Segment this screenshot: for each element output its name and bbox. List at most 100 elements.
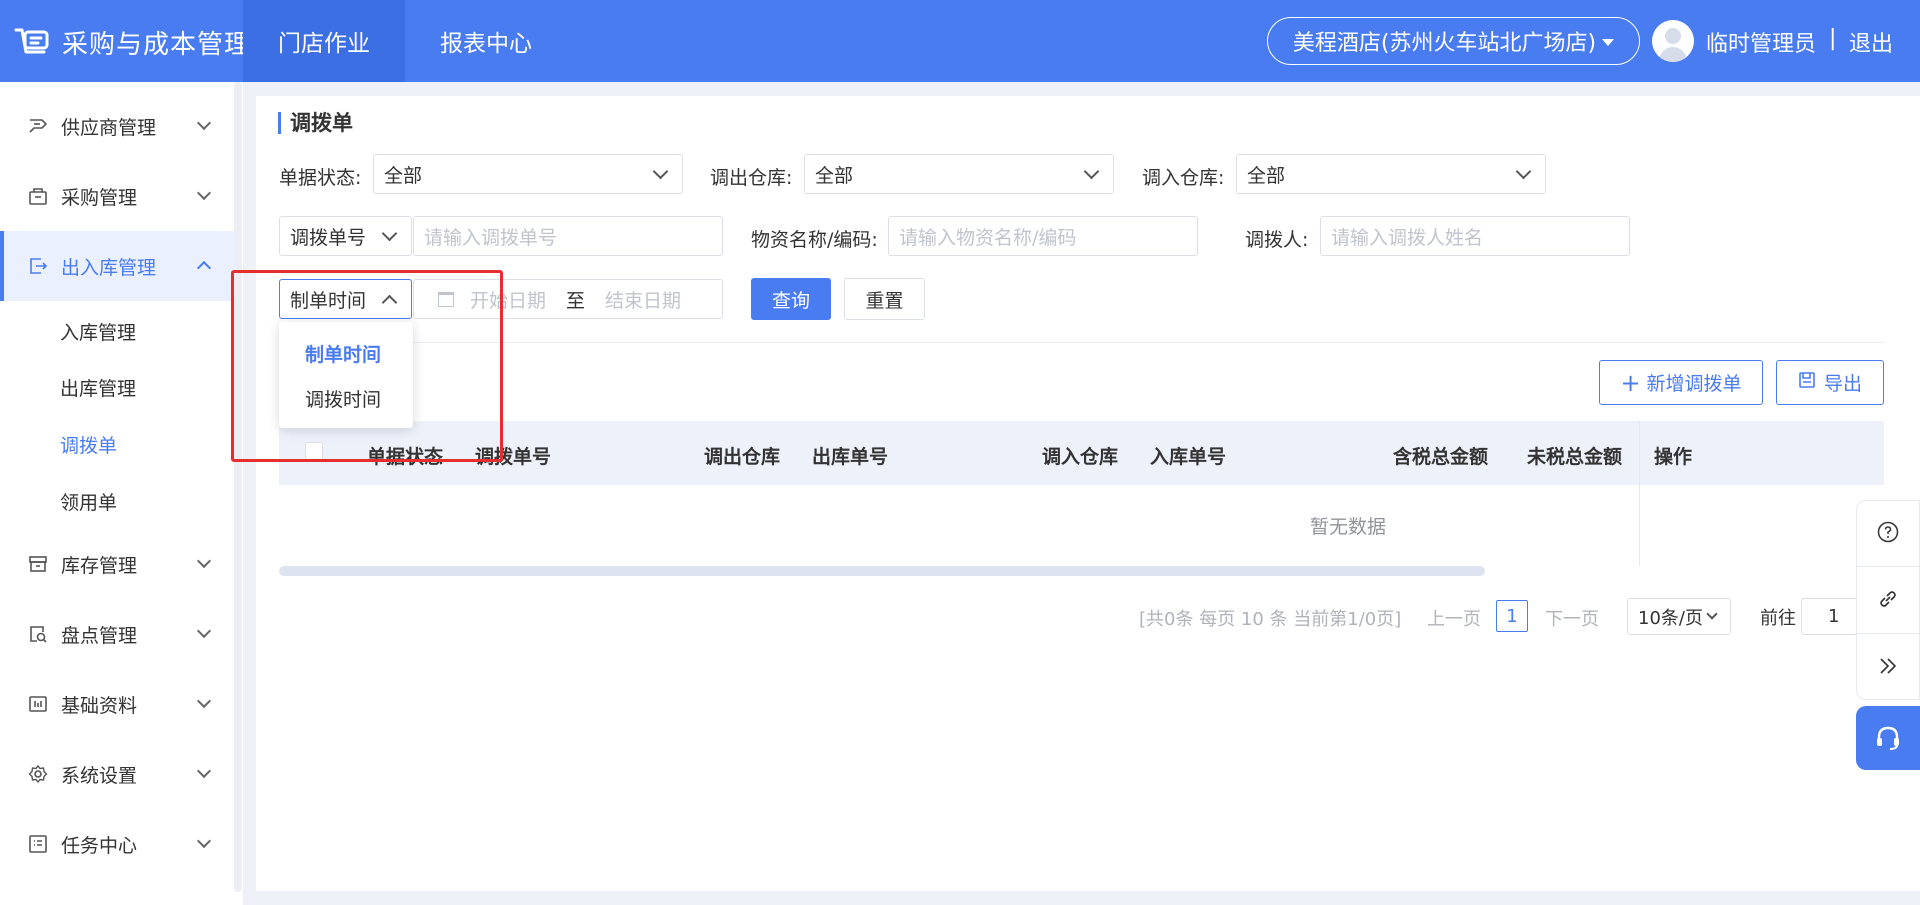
sidebar-item-task-center[interactable]: 任务中心 — [0, 809, 235, 879]
double-chevron-right-icon[interactable] — [1856, 634, 1920, 698]
basic-data-icon — [27, 693, 49, 715]
app-title: 采购与成本管理 — [62, 29, 252, 60]
purchase-icon — [27, 185, 49, 207]
sidebar-item-warehouse-io[interactable]: 出入库管理 — [0, 231, 235, 301]
sidebar-subitem-requisition[interactable]: 领用单 — [60, 488, 117, 515]
in-warehouse-label: 调入仓库: — [1142, 167, 1225, 189]
add-transfer-button[interactable]: + 新增调拨单 — [1599, 360, 1763, 405]
transfer-code-input[interactable]: 请输入调拨单号 — [413, 216, 723, 256]
col-pretax-total: 未税总金额 — [1527, 446, 1623, 468]
stocktake-icon — [27, 623, 49, 645]
out-warehouse-label: 调出仓库: — [710, 167, 793, 189]
code-type-select[interactable]: 调拨单号 — [279, 216, 412, 256]
transfer-person-label: 调拨人: — [1245, 229, 1309, 251]
nav-store-ops[interactable]: 门店作业 — [243, 0, 405, 82]
chevron-down-icon — [196, 115, 212, 131]
sidebar-scrollbar[interactable] — [234, 82, 242, 892]
sidebar-item-label: 任务中心 — [61, 834, 138, 857]
end-date-input[interactable]: 结束日期 — [605, 286, 681, 313]
range-separator: 至 — [566, 289, 586, 312]
empty-state-text: 暂无数据 — [1310, 516, 1387, 538]
sidebar-item-label: 基础资料 — [61, 694, 138, 717]
status-select[interactable]: 全部 — [373, 154, 683, 194]
chevron-down-icon — [1515, 163, 1532, 180]
page-number-current[interactable]: 1 — [1496, 600, 1528, 632]
col-outbound-code: 出库单号 — [812, 446, 889, 468]
avatar[interactable] — [1652, 20, 1694, 62]
prev-page-button[interactable]: 上一页 — [1427, 605, 1481, 631]
col-in-warehouse: 调入仓库 — [1042, 446, 1119, 468]
user-name[interactable]: 临时管理员 — [1706, 26, 1816, 58]
highlight-box — [231, 270, 503, 462]
sidebar-item-label: 采购管理 — [61, 186, 138, 209]
reset-button[interactable]: 重置 — [844, 278, 925, 320]
sidebar-subitem-inbound[interactable]: 入库管理 — [60, 318, 136, 345]
export-button[interactable]: 导出 — [1776, 360, 1884, 405]
fixed-column-divider — [1639, 421, 1640, 566]
nav-report-center[interactable]: 报表中心 — [405, 0, 567, 82]
chevron-down-icon — [1083, 163, 1100, 180]
add-transfer-label: 新增调拨单 — [1646, 373, 1742, 395]
in-warehouse-select[interactable]: 全部 — [1236, 154, 1546, 194]
next-page-button[interactable]: 下一页 — [1545, 605, 1599, 631]
transfer-person-input[interactable]: 请输入调拨人姓名 — [1320, 216, 1630, 256]
store-selector[interactable]: 美程酒店(苏州火车站北广场店) — [1267, 17, 1640, 65]
out-warehouse-select[interactable]: 全部 — [804, 154, 1114, 194]
col-actions: 操作 — [1654, 446, 1693, 468]
sidebar-subitem-outbound[interactable]: 出库管理 — [60, 374, 136, 401]
chevron-down-icon — [196, 553, 212, 569]
export-label: 导出 — [1823, 373, 1862, 395]
col-out-warehouse: 调出仓库 — [704, 446, 781, 468]
plus-icon: + — [1620, 368, 1641, 397]
logout-link[interactable]: 退出 — [1849, 26, 1893, 58]
link-icon[interactable] — [1856, 567, 1920, 631]
store-name: 美程酒店(苏州火车站北广场店) — [1292, 31, 1597, 56]
sidebar-item-inventory[interactable]: 库存管理 — [0, 529, 235, 599]
sidebar-item-stocktake[interactable]: 盘点管理 — [0, 599, 235, 669]
caret-down-icon — [1602, 38, 1615, 46]
chevron-down-icon — [1706, 608, 1718, 620]
status-label: 单据状态: — [279, 167, 362, 189]
col-tax-total: 含税总金额 — [1393, 446, 1489, 468]
app-logo[interactable]: 采购与成本管理 — [12, 22, 251, 62]
pagination-summary: [共0条 每页 10 条 当前第1/0页] — [1139, 609, 1402, 630]
sidebar-subitem-transfer[interactable]: 调拨单 — [60, 431, 117, 458]
task-icon — [27, 833, 49, 855]
chevron-down-icon — [381, 225, 398, 242]
page-size-value: 10条/页 — [1638, 607, 1703, 629]
customer-support-button[interactable] — [1856, 706, 1920, 770]
sidebar-item-purchase[interactable]: 采购管理 — [0, 161, 235, 231]
settings-icon — [27, 763, 49, 785]
in-warehouse-value: 全部 — [1247, 164, 1286, 187]
chevron-down-icon — [196, 623, 212, 639]
sidebar-item-settings[interactable]: 系统设置 — [0, 739, 235, 809]
top-nav: 门店作业 报表中心 — [243, 0, 567, 82]
material-label: 物资名称/编码: — [751, 229, 878, 251]
chevron-down-icon — [196, 185, 212, 201]
header-separator: | — [1829, 26, 1837, 51]
chevron-down-icon — [196, 833, 212, 849]
chevron-down-icon — [196, 693, 212, 709]
table-horizontal-scrollbar[interactable] — [279, 566, 1485, 576]
out-warehouse-value: 全部 — [815, 164, 854, 187]
warehouse-io-icon — [27, 255, 49, 277]
query-button[interactable]: 查询 — [751, 278, 831, 320]
top-header: 采购与成本管理 门店作业 报表中心 美程酒店(苏州火车站北广场店) 临时管理员 … — [0, 0, 1920, 82]
help-icon[interactable] — [1856, 500, 1920, 564]
status-select-value: 全部 — [384, 164, 423, 187]
chevron-down-icon — [652, 163, 669, 180]
page-size-select[interactable]: 10条/页 — [1627, 598, 1731, 635]
goto-page-input[interactable]: 1 — [1801, 598, 1861, 635]
sidebar-item-label: 盘点管理 — [61, 624, 138, 647]
inventory-icon — [27, 553, 49, 575]
sidebar-item-label: 库存管理 — [61, 554, 138, 577]
export-icon — [1798, 371, 1816, 394]
sidebar-item-supplier[interactable]: 供应商管理 — [0, 91, 235, 161]
sidebar-item-basic-data[interactable]: 基础资料 — [0, 669, 235, 739]
material-input[interactable]: 请输入物资名称/编码 — [888, 216, 1198, 256]
goto-label: 前往 — [1760, 608, 1796, 629]
headset-icon — [1877, 726, 1899, 750]
divider — [279, 342, 1884, 343]
page-title: 调拨单 — [278, 112, 353, 134]
sidebar-item-label: 系统设置 — [61, 764, 138, 787]
